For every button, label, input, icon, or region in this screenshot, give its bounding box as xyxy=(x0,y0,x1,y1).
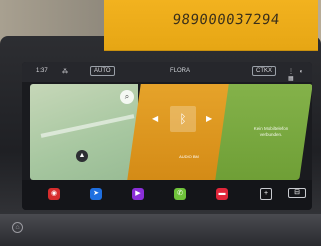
car-settings-icon[interactable]: ⊟ xyxy=(288,188,306,198)
search-icon[interactable]: ⌕ xyxy=(120,90,134,104)
play-icon[interactable]: ▶ xyxy=(132,188,144,200)
app-dock: ◉ ➤ ▶ ✆ ▬ + ⊟ xyxy=(22,180,312,210)
bezel-lower-trim xyxy=(0,214,321,246)
status-mode-button[interactable]: CTKX xyxy=(252,66,277,76)
fan-icon[interactable]: ⁂ xyxy=(62,68,68,75)
climate-auto-button[interactable]: AUTO xyxy=(90,66,115,76)
phone-status-message: Kein Mobiltelefon verbunden. xyxy=(253,126,289,137)
navigation-icon[interactable]: ➤ xyxy=(90,188,102,200)
status-icons: ⋮ ◐ ▦ xyxy=(288,69,306,82)
sticker-number: 989000037294 xyxy=(171,12,281,28)
bluetooth-icon: ᛒ xyxy=(170,106,196,132)
media-source-label: AUDIO BM xyxy=(179,154,199,159)
status-bar: 1:37 ⁂ AUTO FLORA CTKX ⋮ ◐ ▦ xyxy=(22,62,312,82)
map-tile[interactable]: ⌕ ▲ xyxy=(30,84,138,180)
home-hardkey-icon[interactable]: ⌂ xyxy=(12,222,23,233)
home-icon[interactable]: ◉ xyxy=(48,188,60,200)
clock: 1:37 xyxy=(36,68,48,74)
map-road xyxy=(40,114,135,138)
infotainment-screen: 1:37 ⁂ AUTO FLORA CTKX ⋮ ◐ ▦ ⌕ ▲ ◀ ᛒ ▶ A… xyxy=(22,62,312,210)
car-icon[interactable]: ▬ xyxy=(216,188,228,200)
previous-track-button[interactable]: ◀ xyxy=(152,114,158,123)
media-tile[interactable]: ◀ ᛒ ▶ AUDIO BM xyxy=(127,84,231,180)
next-track-button[interactable]: ▶ xyxy=(206,114,212,123)
navigation-arrow-icon[interactable]: ▲ xyxy=(76,150,88,162)
plus-icon[interactable]: + xyxy=(260,188,272,200)
phone-tile[interactable]: Kein Mobiltelefon verbunden. xyxy=(215,84,312,180)
phone-icon[interactable]: ✆ xyxy=(174,188,186,200)
status-center-label: FLORA xyxy=(170,68,191,74)
